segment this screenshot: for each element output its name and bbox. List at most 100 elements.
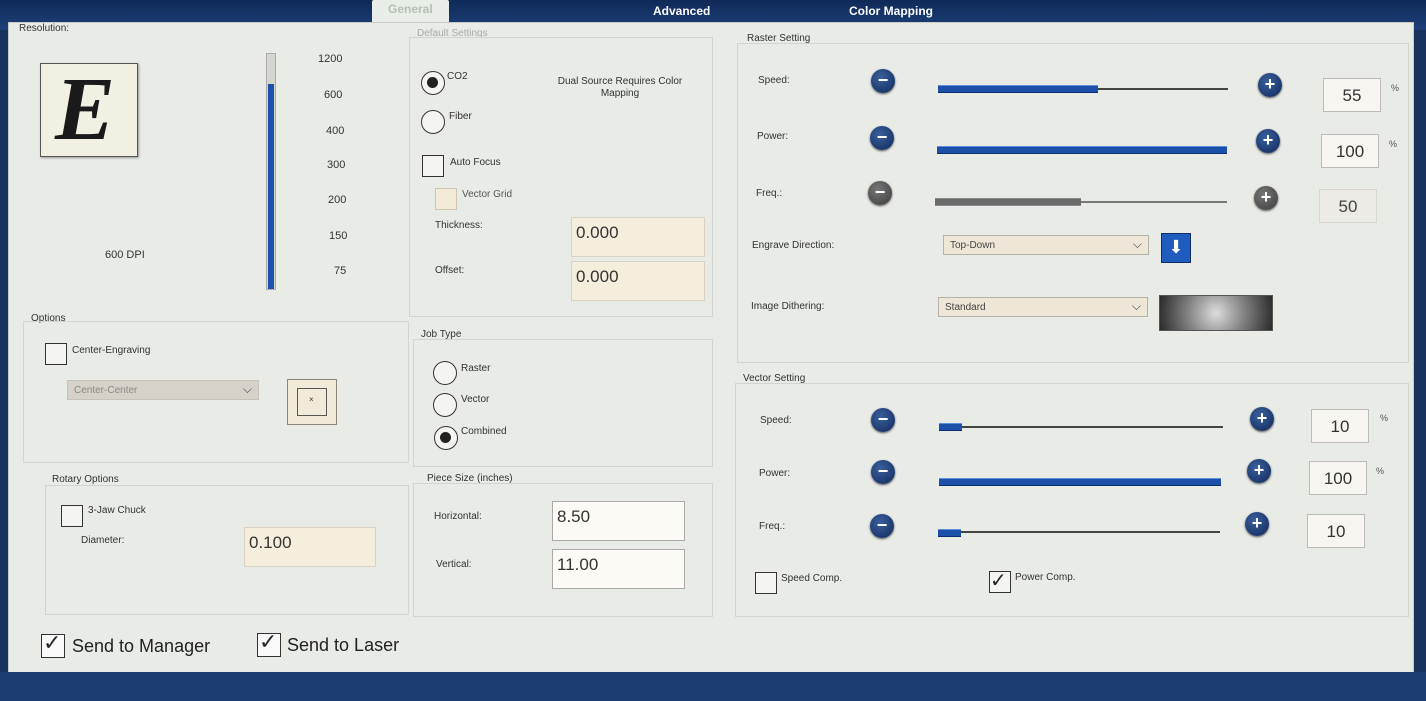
power-comp-label: Power Comp.	[1015, 572, 1076, 583]
raster-speed-minus-button[interactable]: −	[871, 69, 895, 93]
settings-panel: Resolution: E 600 DPI 1200 600 400 300 2…	[8, 22, 1414, 674]
raster-power-label: Power:	[757, 131, 789, 142]
raster-freq-label: Freq.:	[756, 188, 783, 199]
percent-sign: %	[1376, 466, 1385, 476]
chevron-down-icon: ⌵	[242, 382, 252, 396]
resolution-slider[interactable]	[266, 53, 276, 290]
raster-speed-value[interactable]: 55	[1323, 78, 1381, 112]
vector-grid-checkbox[interactable]	[435, 188, 457, 210]
combined-label: Combined	[461, 426, 507, 437]
fiber-label: Fiber	[449, 111, 472, 122]
dual-source-note: Dual Source Requires Color Mapping	[557, 76, 683, 99]
vertical-input[interactable]: 11.00	[552, 549, 685, 589]
raster-power-plus-button[interactable]: +	[1256, 129, 1280, 153]
res-tick: 300	[327, 159, 346, 171]
raster-freq-plus-button[interactable]: +	[1254, 186, 1278, 210]
vector-freq-minus-button[interactable]: −	[870, 514, 894, 538]
res-tick: 600	[324, 89, 343, 101]
preview-letter: E	[55, 60, 116, 159]
raster-power-minus-button[interactable]: −	[870, 126, 894, 150]
vector-speed-value[interactable]: 10	[1311, 409, 1369, 443]
vector-freq-value[interactable]: 10	[1307, 514, 1365, 548]
raster-radio[interactable]	[433, 361, 457, 385]
engrave-direction-value: Top-Down	[950, 240, 996, 251]
job-type-group	[413, 339, 713, 467]
engrave-direction-label: Engrave Direction:	[752, 240, 835, 251]
percent-sign: %	[1389, 139, 1398, 149]
offset-label: Offset:	[435, 265, 465, 276]
center-position-select[interactable]: Center-Center ⌵	[67, 380, 259, 400]
power-comp-checkbox[interactable]: ✓	[989, 570, 1011, 593]
raster-power-fill	[937, 146, 1227, 154]
fiber-radio[interactable]	[421, 110, 445, 134]
vector-power-plus-button[interactable]: +	[1247, 459, 1271, 483]
check-icon: ✓	[259, 629, 278, 654]
tab-advanced[interactable]: Advanced	[653, 4, 710, 18]
image-dithering-value: Standard	[945, 302, 986, 313]
center-position-value: Center-Center	[74, 385, 138, 396]
raster-label: Raster	[461, 363, 491, 374]
jaw-chuck-checkbox[interactable]	[61, 505, 83, 527]
tab-color-mapping[interactable]: Color Mapping	[849, 4, 933, 18]
vector-radio[interactable]	[433, 393, 457, 417]
res-tick: 75	[334, 265, 347, 277]
res-tick: 400	[326, 125, 345, 137]
raster-freq-minus-button[interactable]: −	[868, 181, 892, 205]
raster-freq-value[interactable]: 50	[1319, 189, 1377, 223]
resolution-slider-fill	[268, 84, 274, 289]
image-dithering-select[interactable]: Standard ⌵	[938, 297, 1148, 317]
vector-power-minus-button[interactable]: −	[871, 460, 895, 484]
center-engraving-checkbox[interactable]	[45, 343, 67, 365]
center-engraving-label: Center-Engraving	[72, 345, 151, 356]
vector-speed-track[interactable]	[939, 426, 1223, 428]
tab-general[interactable]: General	[372, 0, 449, 24]
chevron-down-icon: ⌵	[1131, 299, 1141, 313]
res-tick: 1200	[318, 53, 343, 65]
speed-comp-checkbox[interactable]	[755, 572, 777, 594]
vector-speed-plus-button[interactable]: +	[1250, 407, 1274, 431]
send-to-manager-checkbox[interactable]: ✓	[41, 630, 65, 658]
auto-focus-checkbox[interactable]	[422, 155, 444, 177]
co2-label: CO2	[447, 71, 468, 82]
window-bottom-bar	[0, 672, 1426, 701]
resolution-preview: E	[40, 60, 138, 159]
res-tick: 200	[328, 194, 347, 206]
offset-input[interactable]: 0.000	[571, 261, 705, 301]
horizontal-input[interactable]: 8.50	[552, 501, 685, 541]
vector-speed-fill	[939, 423, 962, 431]
engrave-direction-select[interactable]: Top-Down ⌵	[943, 235, 1149, 255]
raster-power-value[interactable]: 100	[1321, 134, 1379, 168]
raster-speed-fill	[938, 85, 1098, 93]
thickness-input[interactable]: 0.000	[571, 217, 705, 257]
horizontal-label: Horizontal:	[434, 511, 482, 522]
vector-speed-minus-button[interactable]: −	[871, 408, 895, 432]
dithering-preview	[1159, 295, 1273, 331]
vector-freq-label: Freq.:	[759, 521, 786, 532]
diameter-label: Diameter:	[81, 535, 125, 546]
vector-power-value[interactable]: 100	[1309, 461, 1367, 495]
vector-freq-plus-button[interactable]: +	[1245, 512, 1269, 536]
raster-speed-label: Speed:	[758, 75, 790, 86]
vector-power-label: Power:	[759, 468, 791, 479]
diameter-input[interactable]: 0.100	[244, 527, 376, 567]
send-to-laser-label: Send to Laser	[287, 635, 400, 655]
check-icon: ✓	[990, 570, 1007, 592]
co2-radio[interactable]	[421, 71, 445, 95]
dpi-label: 600 DPI	[105, 249, 145, 261]
center-point-icon[interactable]: ×	[287, 379, 337, 425]
send-to-laser-checkbox[interactable]: ✓	[257, 629, 281, 657]
check-icon: ✓	[43, 630, 62, 655]
vector-speed-label: Speed:	[760, 415, 792, 426]
vector-power-fill	[939, 478, 1221, 486]
auto-focus-label: Auto Focus	[450, 157, 501, 168]
vector-freq-track[interactable]	[938, 531, 1220, 533]
percent-sign: %	[1391, 83, 1400, 93]
jaw-chuck-label: 3-Jaw Chuck	[88, 505, 146, 516]
image-dithering-label: Image Dithering:	[751, 301, 825, 312]
arrow-down-icon[interactable]: ⬇	[1161, 233, 1191, 263]
speed-comp-label: Speed Comp.	[781, 573, 843, 584]
vector-label: Vector	[461, 394, 490, 405]
combined-radio[interactable]	[434, 426, 458, 450]
raster-speed-plus-button[interactable]: +	[1258, 73, 1282, 97]
vector-freq-fill	[938, 529, 961, 537]
